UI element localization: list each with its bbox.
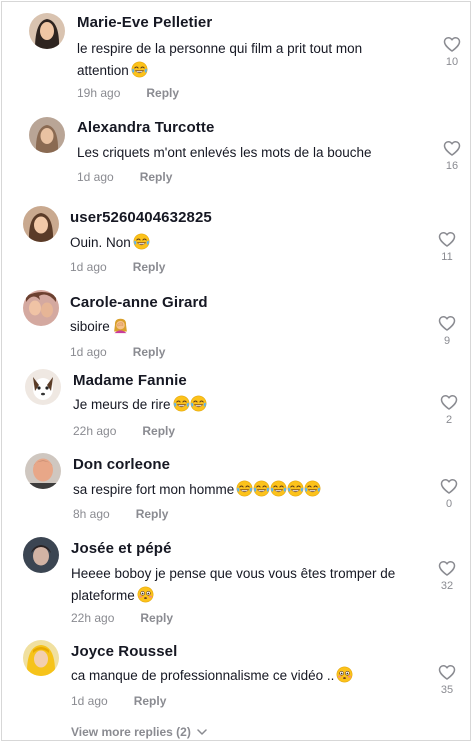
comment-text: ca manque de professionnalisme ce vidéo … [71,665,431,687]
heart-outline-icon [439,392,459,412]
laughing-crying-emoji [190,395,207,412]
facepalm-emoji [112,317,129,334]
comment-time: 1d ago [77,170,114,184]
laughing-crying-emoji [270,480,287,497]
comment-meta: 22h ago Reply [71,611,173,625]
like-count: 10 [445,56,459,68]
like-button[interactable]: 32 [435,558,459,592]
reply-button[interactable]: Reply [136,507,169,521]
like-button[interactable]: 10 [440,34,464,68]
reply-button[interactable]: Reply [140,611,173,625]
laughing-crying-emoji [133,233,150,250]
comment-username[interactable]: Don corleone [73,456,170,473]
comment-meta: 22h ago Reply [73,424,175,438]
like-count: 0 [445,498,453,510]
comment-time: 1d ago [71,694,108,708]
comment-username[interactable]: Marie-Eve Pelletier [77,14,212,31]
comment-meta: 19h ago Reply [77,86,179,100]
like-count: 16 [445,160,459,172]
avatar[interactable] [25,453,61,489]
flushed-face-emoji [137,586,154,603]
like-count: 11 [441,251,453,263]
comment-time: 22h ago [73,424,117,438]
laughing-crying-emoji [253,480,270,497]
comment-meta: 1d ago Reply [70,345,165,359]
reply-button[interactable]: Reply [134,694,167,708]
like-button[interactable]: 11 [435,229,459,263]
comment-text: Je meurs de rire [73,394,433,416]
comment-username[interactable]: Joyce Roussel [71,643,177,660]
laughing-crying-emoji [287,480,304,497]
comment-text: sa respire fort mon homme [73,479,433,501]
avatar[interactable] [29,117,65,153]
comment-username[interactable]: Carole-anne Girard [70,294,208,311]
reply-button[interactable]: Reply [142,424,175,438]
heart-outline-icon [442,138,462,158]
reply-button[interactable]: Reply [140,170,173,184]
like-count: 9 [443,335,451,347]
reply-button[interactable]: Reply [146,86,179,100]
comment-meta: 1d ago Reply [71,694,166,708]
reply-button[interactable]: Reply [133,260,166,274]
laughing-crying-emoji [236,480,253,497]
comment-meta: 1d ago Reply [70,260,165,274]
comment-time: 22h ago [71,611,115,625]
like-button[interactable]: 0 [437,476,461,510]
chevron-down-icon [197,729,207,735]
like-button[interactable]: 16 [440,138,464,172]
comment-username[interactable]: Madame Fannie [73,372,187,389]
laughing-crying-emoji [131,61,148,78]
comment-text: Les criquets m'ont enlevés les mots de l… [77,145,372,160]
comments-panel: Marie-Eve Pelletier le respire de la per… [1,1,471,741]
comment-time: 19h ago [77,86,121,100]
heart-outline-icon [437,313,457,333]
laughing-crying-emoji [304,480,321,497]
view-more-label: View more replies (2) [71,725,191,739]
reply-button[interactable]: Reply [133,345,166,359]
heart-outline-icon [442,34,462,54]
like-count: 2 [445,414,453,426]
view-more-replies-button[interactable]: View more replies (2) [71,725,207,739]
comment-username[interactable]: user5260404632825 [70,209,212,226]
comment-username[interactable]: Alexandra Turcotte [77,119,214,136]
comment-text: Heeee boboy je pense que vous vous êtes … [71,566,396,603]
comment-username[interactable]: Josée et pépé [71,540,172,557]
avatar[interactable] [29,13,65,49]
avatar[interactable] [23,537,59,573]
avatar[interactable] [23,640,59,676]
like-button[interactable]: 35 [435,662,459,696]
comment-text: siboire [70,316,430,338]
avatar[interactable] [25,369,61,405]
heart-outline-icon [437,558,457,578]
like-count: 35 [440,684,454,696]
comment-time: 1d ago [70,345,107,359]
like-count: 32 [440,580,454,592]
heart-outline-icon [437,662,457,682]
like-button[interactable]: 2 [437,392,461,426]
comment-text: Ouin. Non [70,232,430,254]
comment-meta: 1d ago Reply [77,170,172,184]
comment-text: le respire de la personne qui film a pri… [77,41,363,78]
heart-outline-icon [439,476,459,496]
avatar[interactable] [23,206,59,242]
comment-meta: 8h ago Reply [73,507,168,521]
flushed-face-emoji [336,666,353,683]
avatar[interactable] [23,290,59,326]
comment-time: 8h ago [73,507,110,521]
heart-outline-icon [437,229,457,249]
laughing-crying-emoji [173,395,190,412]
comment-time: 1d ago [70,260,107,274]
like-button[interactable]: 9 [435,313,459,347]
